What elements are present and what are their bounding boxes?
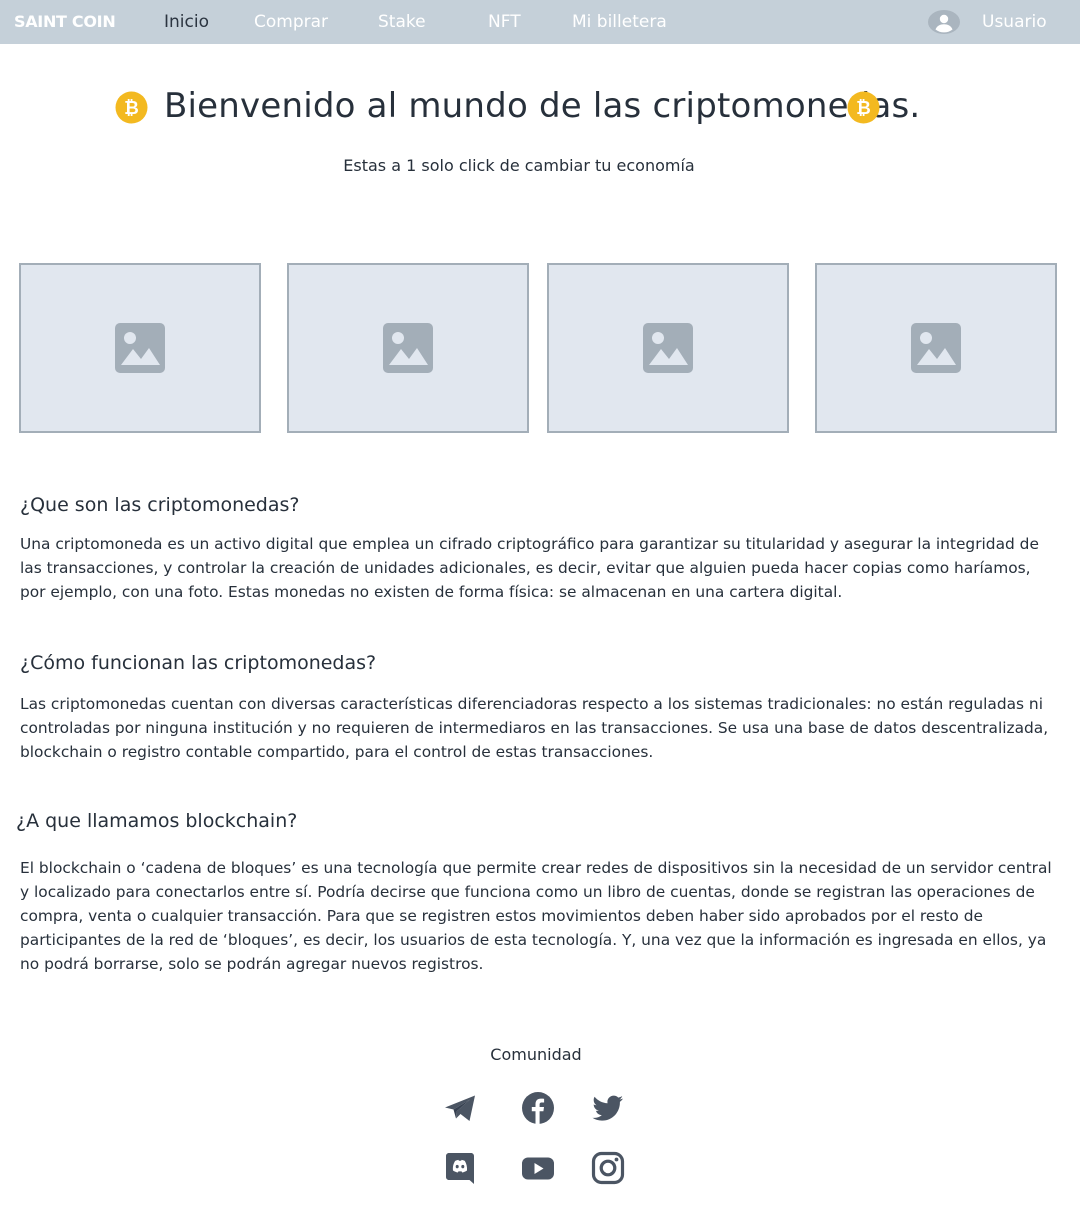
hero-subtitle: Estas a 1 solo click de cambiar tu econo… (343, 156, 695, 175)
telegram-icon[interactable] (442, 1090, 478, 1126)
youtube-icon[interactable] (520, 1150, 556, 1186)
nav-link-stake[interactable]: Stake (378, 0, 426, 44)
image-placeholder-icon (911, 323, 961, 373)
bitcoin-icon: ₿ (115, 91, 148, 124)
image-placeholder-icon (643, 323, 693, 373)
nav-link-inicio[interactable]: Inicio (164, 0, 209, 44)
hero-title: Bienvenido al mundo de las criptomonedas… (164, 86, 921, 126)
image-placeholder-card[interactable] (815, 263, 1057, 433)
image-placeholder-card[interactable] (287, 263, 529, 433)
section-body: Una criptomoneda es un activo digital qu… (20, 535, 1039, 601)
svg-text:₿: ₿ (856, 98, 871, 119)
discord-icon[interactable] (442, 1150, 478, 1186)
section-title: ¿Que son las criptomonedas? (20, 494, 300, 516)
image-placeholder-icon (383, 323, 433, 373)
image-placeholder-icon (115, 323, 165, 373)
brand-logo-link[interactable]: SAINT COIN (14, 0, 116, 44)
top-navbar: SAINT COIN Inicio Comprar Stake NFT Mi b… (0, 0, 1080, 44)
community-label: Comunidad (490, 1045, 582, 1064)
twitter-icon[interactable] (590, 1090, 626, 1126)
section-title: ¿Cómo funcionan las criptomonedas? (20, 652, 377, 674)
svg-text:₿: ₿ (124, 98, 139, 119)
section-body: El blockchain o ‘cadena de bloques’ es u… (20, 859, 1052, 973)
bitcoin-icon: ₿ (847, 91, 880, 124)
nav-link-nft[interactable]: NFT (488, 0, 521, 44)
facebook-icon[interactable] (520, 1090, 556, 1126)
nav-link-comprar[interactable]: Comprar (254, 0, 328, 44)
section-title: ¿A que llamamos blockchain? (16, 810, 298, 832)
instagram-icon[interactable] (590, 1150, 626, 1186)
section-body: Las criptomonedas cuentan con diversas c… (20, 695, 1049, 761)
image-placeholder-card[interactable] (547, 263, 789, 433)
nav-link-usuario[interactable]: Usuario (982, 0, 1047, 44)
nav-link-mi-billetera[interactable]: Mi billetera (572, 0, 667, 44)
image-placeholder-card[interactable] (19, 263, 261, 433)
user-avatar-icon[interactable] (928, 10, 960, 34)
